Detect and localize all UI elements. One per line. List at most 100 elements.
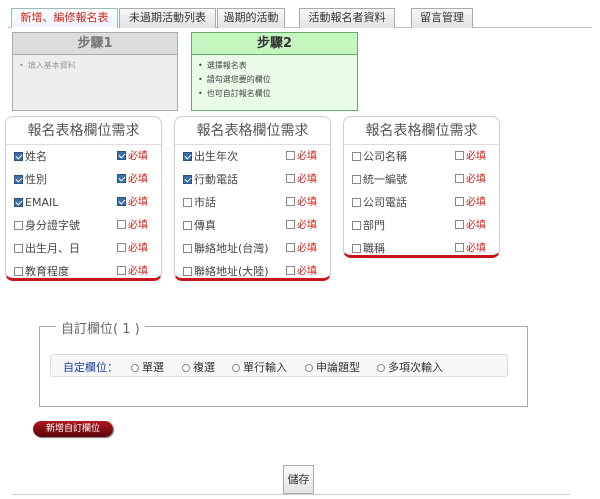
field-row: 行動電話 必填 (175, 168, 330, 191)
required-toggle[interactable]: 必填 (286, 214, 317, 237)
field-row: 性別 必填 (6, 168, 161, 191)
required-toggle[interactable]: 必填 (117, 191, 148, 214)
radio-label: 單選 (142, 361, 164, 374)
include-field-checkbox[interactable] (183, 175, 192, 184)
tab-messages[interactable]: 留言管理 (411, 8, 473, 28)
radio-icon[interactable] (131, 364, 139, 372)
required-label: 必填 (297, 197, 317, 208)
required-checkbox[interactable] (286, 197, 295, 206)
add-custom-field-button[interactable]: 新增自訂欄位 (33, 421, 113, 437)
required-checkbox[interactable] (117, 266, 126, 275)
radio-multi-item-input[interactable]: 多項次輸入 (377, 359, 443, 375)
include-field-checkbox[interactable] (14, 267, 23, 276)
required-toggle[interactable]: 必填 (286, 260, 317, 283)
required-toggle[interactable]: 必填 (455, 145, 486, 168)
field-row: 聯絡地址(大陸) 必填 (175, 260, 330, 283)
required-toggle[interactable]: 必填 (455, 191, 486, 214)
custom-field-type-row: 自定欄位： 單選 複選 單行輸入 申論題型 多項次輸入 (50, 354, 508, 377)
include-field-checkbox[interactable] (352, 175, 361, 184)
include-field-checkbox[interactable] (14, 198, 23, 207)
radio-icon[interactable] (305, 364, 313, 372)
field-row: 市話 必填 (175, 191, 330, 214)
required-checkbox[interactable] (286, 174, 295, 183)
required-toggle[interactable]: 必填 (117, 237, 148, 260)
step-2-list: 選擇報名表 請勾選您要的欄位 也可自訂報名欄位 (192, 55, 357, 105)
tab-expired-events[interactable]: 過期的活動 (217, 8, 285, 28)
required-label: 必填 (128, 220, 148, 231)
required-checkbox[interactable] (117, 174, 126, 183)
include-field-checkbox[interactable] (352, 198, 361, 207)
radio-multi-choice[interactable]: 複選 (182, 359, 215, 375)
custom-field-label: 自定欄位： (63, 361, 118, 374)
required-checkbox[interactable] (117, 197, 126, 206)
required-checkbox[interactable] (455, 197, 464, 206)
required-toggle[interactable]: 必填 (117, 260, 148, 283)
required-checkbox[interactable] (455, 151, 464, 160)
include-field-checkbox[interactable] (183, 244, 192, 253)
required-label: 必填 (466, 174, 486, 185)
required-toggle[interactable]: 必填 (117, 168, 148, 191)
include-field-checkbox[interactable] (352, 221, 361, 230)
include-field-checkbox[interactable] (183, 221, 192, 230)
required-checkbox[interactable] (455, 220, 464, 229)
field-row: 統一編號 必填 (344, 168, 499, 191)
radio-label: 多項次輸入 (388, 361, 443, 374)
required-toggle[interactable]: 必填 (117, 214, 148, 237)
include-field-checkbox[interactable] (183, 198, 192, 207)
step-2-item: 選擇報名表 (198, 59, 351, 73)
tab-registrants[interactable]: 活動報名者資料 (299, 8, 395, 28)
radio-single-choice[interactable]: 單選 (131, 359, 164, 375)
include-field-checkbox[interactable] (14, 221, 23, 230)
include-field-checkbox[interactable] (183, 152, 192, 161)
required-checkbox[interactable] (286, 243, 295, 252)
radio-single-line-input[interactable]: 單行輸入 (232, 359, 287, 375)
field-row: 出生月、日 必填 (6, 237, 161, 260)
required-checkbox[interactable] (117, 220, 126, 229)
required-checkbox[interactable] (117, 151, 126, 160)
include-field-checkbox[interactable] (14, 152, 23, 161)
field-group-title: 報名表格欄位需求 (344, 117, 499, 145)
required-toggle[interactable]: 必填 (286, 237, 317, 260)
radio-icon[interactable] (232, 364, 240, 372)
step-2-title: 步驟2 (192, 33, 357, 55)
field-label: 行動電話 (194, 173, 238, 186)
required-checkbox[interactable] (286, 220, 295, 229)
required-toggle[interactable]: 必填 (286, 168, 317, 191)
required-label: 必填 (297, 266, 317, 277)
field-row: 傳真 必填 (175, 214, 330, 237)
radio-label: 申論題型 (316, 361, 360, 374)
radio-icon[interactable] (182, 364, 190, 372)
required-toggle[interactable]: 必填 (286, 191, 317, 214)
required-checkbox[interactable] (455, 243, 464, 252)
required-toggle[interactable]: 必填 (455, 214, 486, 237)
field-row: 公司電話 必填 (344, 191, 499, 214)
include-field-checkbox[interactable] (14, 244, 23, 253)
field-row: 職稱 必填 (344, 237, 499, 260)
required-checkbox[interactable] (286, 266, 295, 275)
tab-active-events[interactable]: 未過期活動列表 (119, 8, 216, 28)
field-label: 統一編號 (363, 173, 407, 186)
required-toggle[interactable]: 必填 (117, 145, 148, 168)
required-checkbox[interactable] (286, 151, 295, 160)
tab-edit-form[interactable]: 新增、編修報名表 (11, 8, 118, 28)
include-field-checkbox[interactable] (183, 267, 192, 276)
required-checkbox[interactable] (455, 174, 464, 183)
field-row: EMAIL 必填 (6, 191, 161, 214)
required-toggle[interactable]: 必填 (455, 237, 486, 260)
divider (12, 494, 570, 495)
radio-label: 複選 (193, 361, 215, 374)
required-checkbox[interactable] (117, 243, 126, 252)
include-field-checkbox[interactable] (352, 152, 361, 161)
field-label: 職稱 (363, 242, 385, 255)
field-group-title: 報名表格欄位需求 (6, 117, 161, 145)
required-label: 必填 (128, 266, 148, 277)
required-toggle[interactable]: 必填 (286, 145, 317, 168)
include-field-checkbox[interactable] (14, 175, 23, 184)
radio-essay[interactable]: 申論題型 (305, 359, 360, 375)
field-row: 公司名稱 必填 (344, 145, 499, 168)
include-field-checkbox[interactable] (352, 244, 361, 253)
field-group-contact: 報名表格欄位需求 出生年次 必填 行動電話 必填 市話 必填 傳真 必填 聯絡地址(台灣) 必填 聯絡… (174, 116, 331, 281)
save-button[interactable]: 儲存 (283, 465, 314, 494)
radio-icon[interactable] (377, 364, 385, 372)
required-toggle[interactable]: 必填 (455, 168, 486, 191)
